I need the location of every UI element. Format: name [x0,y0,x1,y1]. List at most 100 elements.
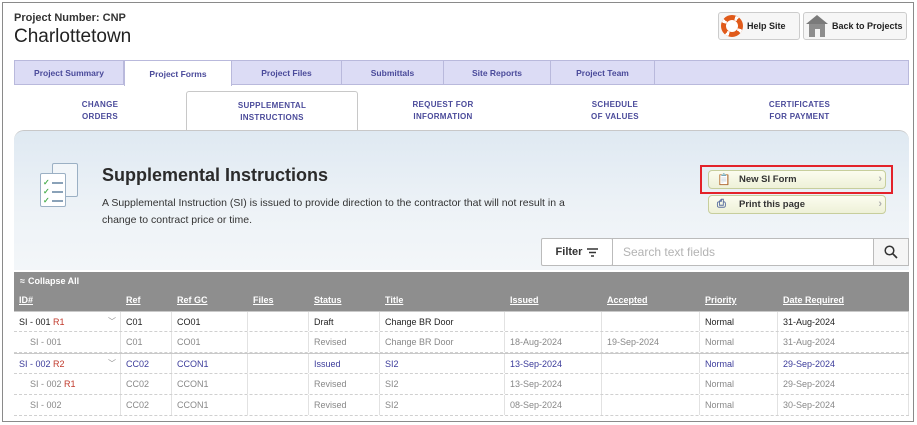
table-header: ID# Ref Ref GC Files Status Title Issued… [14,289,909,311]
document-checklist-icon: ✓ ✓ ✓ [40,163,82,211]
subtab-label-line1: SUPPLEMENTAL [237,100,307,110]
table-row[interactable]: SI - 001 C01 CO01 Revised Change BR Door… [14,332,909,353]
column-header-issued[interactable]: Issued [505,289,602,311]
subtab-change-orders[interactable]: CHANGE ORDERS [14,91,186,131]
content-panel: ✓ ✓ ✓ Supplemental Instructions A Supple… [14,130,909,270]
sub-tab-bar: CHANGE ORDERS SUPPLEMENTAL INSTRUCTIONS RE… [14,91,909,131]
row-id: SI - 002 [30,400,62,410]
search-icon [884,245,898,259]
row-status: Revised [309,374,380,394]
tab-project-files[interactable]: Project Files [232,61,342,84]
column-header-accepted[interactable]: Accepted [602,289,700,311]
lifebuoy-icon [721,15,743,37]
print-page-button[interactable]: ⎙ Print this page › [708,195,886,214]
row-accepted [602,312,700,331]
subtab-request-for-information[interactable]: REQUEST FOR INFORMATION [358,91,528,131]
row-ref: CC02 [121,395,172,415]
row-status: Revised [309,332,380,352]
house-icon [806,15,828,37]
row-issued: 13-Sep-2024 [505,374,602,394]
collapse-all-button[interactable]: ≈ Collapse All [14,272,909,289]
new-si-form-button[interactable]: 📋 New SI Form › [708,170,886,189]
row-date-required: 31-Aug-2024 [778,332,909,352]
row-files [248,395,309,415]
filter-icon [587,247,599,257]
row-priority: Normal [700,374,778,394]
filter-label: Filter [555,246,583,258]
help-site-button[interactable]: Help Site [718,12,800,40]
subtab-supplemental-instructions[interactable]: SUPPLEMENTAL INSTRUCTIONS [186,91,358,131]
row-date-required: 31-Aug-2024 [778,312,909,331]
row-accepted [602,354,700,373]
column-header-ref[interactable]: Ref [121,289,172,311]
column-header-title[interactable]: Title [380,289,505,311]
chevron-down-icon[interactable]: ﹀ [108,316,116,327]
row-ref-gc: CCON1 [172,354,248,373]
row-accepted: 19-Sep-2024 [602,332,700,352]
main-tab-bar: Project Summary Project Forms Project Fi… [14,60,909,86]
chevron-down-icon[interactable]: ﹀ [108,358,116,369]
row-issued: 13-Sep-2024 [505,354,602,373]
project-name: Charlottetown [14,26,132,47]
project-number: Project Number: CNP [14,12,126,24]
subtab-label-line1: CHANGE [81,100,119,109]
tab-project-team[interactable]: Project Team [551,61,655,84]
page-title: Supplemental Instructions [102,165,329,185]
search-button[interactable] [873,238,909,266]
subtab-schedule-of-values[interactable]: SCHEDULE OF VALUES [528,91,702,131]
search-input[interactable] [612,238,874,266]
row-priority: Normal [700,354,778,373]
row-priority: Normal [700,312,778,331]
table-row[interactable]: SI - 002 R2 ﹀ CC02 CCON1 Issued SI2 13-Se… [14,353,909,374]
subtab-label-line1: SCHEDULE [591,100,639,109]
subtab-label-line2: OF VALUES [591,112,639,121]
row-priority: Normal [700,332,778,352]
column-header-priority[interactable]: Priority [700,289,778,311]
tab-project-summary[interactable]: Project Summary [15,61,124,84]
row-title: Change BR Door [380,332,505,352]
row-files [248,312,309,331]
subtab-label-line1: CERTIFICATES [768,100,831,109]
tab-submittals[interactable]: Submittals [342,61,444,84]
row-issued: 08-Sep-2024 [505,395,602,415]
subtab-label-line2: ORDERS [81,112,119,121]
column-header-ref-gc[interactable]: Ref GC [172,289,248,311]
column-header-id[interactable]: ID# [14,289,121,311]
tab-project-forms[interactable]: Project Forms [124,60,232,86]
row-ref: C01 [121,312,172,331]
print-page-label: Print this page [739,199,805,210]
row-ref: C01 [121,332,172,352]
row-ref-gc: CCON1 [172,395,248,415]
column-header-status[interactable]: Status [309,289,380,311]
row-title: SI2 [380,395,505,415]
row-files [248,354,309,373]
subtab-label-line2: INFORMATION [413,112,473,121]
column-header-date-required[interactable]: Date Required [778,289,909,311]
subtab-certificates-for-payment[interactable]: CERTIFICATES FOR PAYMENT [702,91,897,131]
row-ref-gc: CCON1 [172,374,248,394]
row-id: SI - 002 [19,358,51,369]
help-site-label: Help Site [747,21,786,31]
filter-button[interactable]: Filter [541,238,613,266]
tab-site-reports[interactable]: Site Reports [444,61,551,84]
back-to-projects-label: Back to Projects [832,21,903,31]
column-header-files[interactable]: Files [248,289,309,311]
row-ref: CC02 [121,374,172,394]
row-revision: R1 [53,316,65,327]
back-to-projects-button[interactable]: Back to Projects [803,12,907,40]
subtab-label-line2: FOR PAYMENT [769,112,830,121]
row-title: SI2 [380,354,505,373]
chevron-right-icon: › [878,198,882,210]
clipboard-icon: 📋 [717,174,731,186]
row-ref-gc: CO01 [172,312,248,331]
printer-icon: ⎙ [717,198,726,210]
row-title: SI2 [380,374,505,394]
table-row[interactable]: SI - 002 R1 CC02 CCON1 Revised SI2 13-Se… [14,374,909,395]
table-row[interactable]: SI - 002 CC02 CCON1 Revised SI2 08-Sep-2… [14,395,909,416]
subtab-label-line2: INSTRUCTIONS [240,112,304,122]
table-row[interactable]: SI - 001 R1 ﹀ C01 CO01 Draft Change BR Do… [14,311,909,332]
row-status: Draft [309,312,380,331]
chevron-right-icon: › [878,173,882,185]
row-date-required: 30-Sep-2024 [778,395,909,415]
page-description: A Supplemental Instruction (SI) is issue… [102,197,565,226]
